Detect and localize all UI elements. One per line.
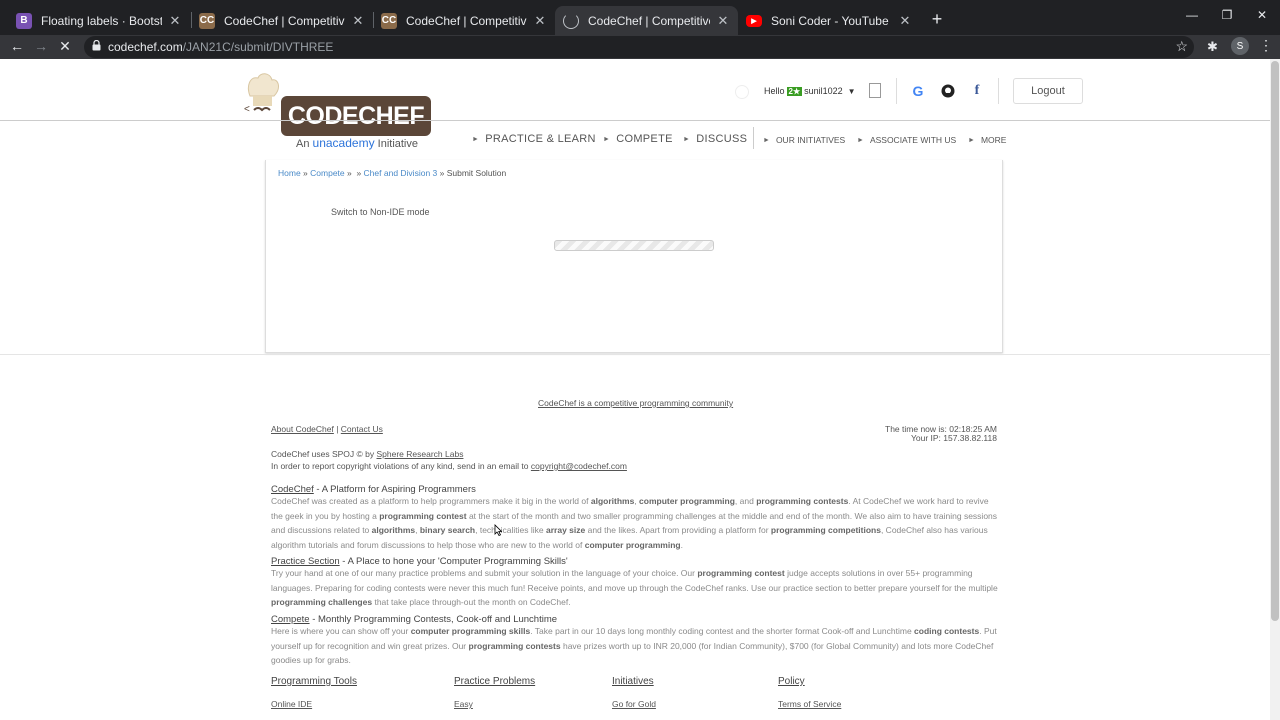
nav-discuss[interactable]: ► DISCUSS bbox=[683, 133, 747, 145]
caret-down-icon: ▼ bbox=[847, 86, 856, 96]
minimize-icon[interactable]: — bbox=[1182, 8, 1202, 22]
breadcrumb: Home » Compete » » Chef and Division 3 »… bbox=[278, 168, 507, 178]
browser-tab[interactable]: CC CodeChef | Competitive Programm... ✕ bbox=[191, 6, 373, 35]
close-tab-icon[interactable]: ✕ bbox=[168, 13, 182, 29]
browser-tab[interactable]: B Floating labels · Bootstrap v5.0 ✕ bbox=[8, 6, 190, 35]
footer-links: About CodeChef | Contact Us bbox=[271, 424, 383, 434]
tab-title: CodeChef | Competitive Programm... bbox=[224, 13, 345, 28]
browser-tab[interactable]: CC CodeChef | Competitive Programm... ✕ bbox=[373, 6, 555, 35]
address-bar[interactable]: codechef.com/JAN21C/submit/DIVTHREE ☆ bbox=[84, 36, 1194, 58]
breadcrumb-compete[interactable]: Compete bbox=[310, 168, 345, 178]
logout-button[interactable]: Logout bbox=[1013, 78, 1083, 104]
logo-tagline: An unacademy Initiative bbox=[296, 136, 418, 150]
footer-col-head[interactable]: Programming Tools bbox=[271, 676, 357, 687]
logo-wordmark: CODECHEF bbox=[281, 96, 431, 136]
community-link[interactable]: CodeChef is a competitive programming co… bbox=[538, 398, 733, 408]
scrollbar-thumb[interactable] bbox=[1271, 61, 1279, 621]
go-for-gold-link[interactable]: Go for Gold bbox=[612, 699, 656, 709]
tab-title: CodeChef | Competitive Programm... bbox=[406, 13, 527, 28]
loading-spinner-icon bbox=[735, 85, 749, 99]
terms-link[interactable]: Terms of Service bbox=[778, 699, 841, 709]
online-ide-link[interactable]: Online IDE bbox=[271, 699, 312, 709]
nav-more[interactable]: ► MORE bbox=[968, 135, 1006, 145]
new-tab-icon[interactable]: + bbox=[928, 9, 946, 30]
username: sunil1022 bbox=[804, 86, 843, 96]
footer-col-head[interactable]: Initiatives bbox=[612, 676, 654, 687]
svg-text:<: < bbox=[244, 104, 250, 112]
extensions-puzzle-icon[interactable]: ✱ bbox=[1207, 39, 1218, 55]
browser-tab-active[interactable]: CodeChef | Competitive Programm... ✕ bbox=[555, 6, 738, 35]
tab-title: CodeChef | Competitive Programm... bbox=[588, 13, 710, 28]
easy-link[interactable]: Easy bbox=[454, 699, 473, 709]
browser-menu-icon[interactable]: ⋮ bbox=[1259, 37, 1273, 54]
nav-our-initiatives[interactable]: ► OUR INITIATIVES bbox=[763, 135, 845, 145]
greeting: Hello bbox=[764, 86, 785, 96]
mouse-cursor-icon bbox=[494, 524, 502, 536]
contact-link[interactable]: Contact Us bbox=[341, 424, 383, 434]
nav-associate-with-us[interactable]: ► ASSOCIATE WITH US bbox=[857, 135, 956, 145]
close-tab-icon[interactable]: ✕ bbox=[716, 13, 730, 29]
section-text-compete: Here is where you can show off your comp… bbox=[271, 626, 997, 666]
footer-col-head[interactable]: Policy bbox=[778, 676, 805, 687]
section-text-practice: Try your hand at one of our many practic… bbox=[271, 568, 998, 608]
section-text-codechef: CodeChef was created as a platform to he… bbox=[271, 496, 998, 550]
footer-col-head[interactable]: Practice Problems bbox=[454, 676, 535, 687]
tab-title: Soni Coder - YouTube bbox=[771, 13, 889, 28]
chef-hat-icon: < bbox=[244, 73, 279, 112]
lock-icon bbox=[92, 40, 101, 51]
bootstrap-favicon-icon: B bbox=[16, 12, 32, 29]
codechef-logo[interactable]: < CODECHEF An unacademy Initiative bbox=[236, 72, 436, 152]
user-menu[interactable]: Hello 2★ sunil1022 ▼ bbox=[764, 86, 856, 96]
browser-toolbar: ← → ✕ codechef.com/JAN21C/submit/DIVTHRE… bbox=[0, 35, 1280, 59]
star-rating-badge: 2★ bbox=[786, 86, 803, 96]
forward-icon[interactable]: → bbox=[32, 38, 50, 54]
about-link[interactable]: About CodeChef bbox=[271, 424, 334, 434]
restore-icon[interactable]: ❐ bbox=[1217, 8, 1237, 22]
copyright-email-link[interactable]: copyright@codechef.com bbox=[531, 461, 627, 471]
submit-panel bbox=[265, 160, 1003, 353]
back-icon[interactable]: ← bbox=[8, 38, 26, 54]
loading-spinner-icon bbox=[563, 12, 579, 29]
switch-mode-link[interactable]: Switch to Non-IDE mode bbox=[331, 207, 430, 217]
youtube-favicon-icon: ▶ bbox=[746, 14, 762, 27]
profile-avatar[interactable]: S bbox=[1231, 37, 1249, 55]
close-window-icon[interactable]: ✕ bbox=[1252, 8, 1272, 22]
codechef-favicon-icon: CC bbox=[199, 12, 215, 29]
breadcrumb-current: Submit Solution bbox=[446, 168, 507, 178]
close-tab-icon[interactable]: ✕ bbox=[533, 13, 547, 29]
stop-loading-icon[interactable]: ✕ bbox=[56, 38, 74, 55]
breadcrumb-contest[interactable]: Chef and Division 3 bbox=[364, 168, 438, 178]
sphere-link[interactable]: Sphere Research Labs bbox=[377, 449, 464, 459]
user-ip: Your IP: 157.38.82.118 bbox=[910, 433, 997, 443]
breadcrumb-home[interactable]: Home bbox=[278, 168, 301, 178]
tab-title: Floating labels · Bootstrap v5.0 bbox=[41, 13, 162, 28]
close-tab-icon[interactable]: ✕ bbox=[351, 13, 365, 29]
nav-practice-learn[interactable]: ► PRACTICE & LEARN bbox=[472, 133, 596, 145]
nav-compete[interactable]: ► COMPETE bbox=[603, 133, 673, 145]
google-icon[interactable]: G bbox=[910, 83, 926, 99]
browser-tab[interactable]: ▶ Soni Coder - YouTube ✕ bbox=[738, 6, 920, 35]
github-icon[interactable] bbox=[940, 83, 956, 99]
close-tab-icon[interactable]: ✕ bbox=[898, 13, 912, 29]
browser-tab-bar: B Floating labels · Bootstrap v5.0 ✕ CC … bbox=[0, 0, 1280, 35]
spoj-credit: CodeChef uses SPOJ © by Sphere Research … bbox=[271, 449, 464, 459]
loading-progress-bar bbox=[554, 240, 714, 251]
url-text: codechef.com/JAN21C/submit/DIVTHREE bbox=[108, 40, 334, 54]
facebook-icon[interactable]: f bbox=[969, 83, 985, 99]
document-icon[interactable] bbox=[869, 83, 881, 98]
copyright-note: In order to report copyright violations … bbox=[271, 461, 627, 471]
bookmark-star-icon[interactable]: ☆ bbox=[1175, 38, 1188, 55]
codechef-favicon-icon: CC bbox=[381, 12, 397, 29]
